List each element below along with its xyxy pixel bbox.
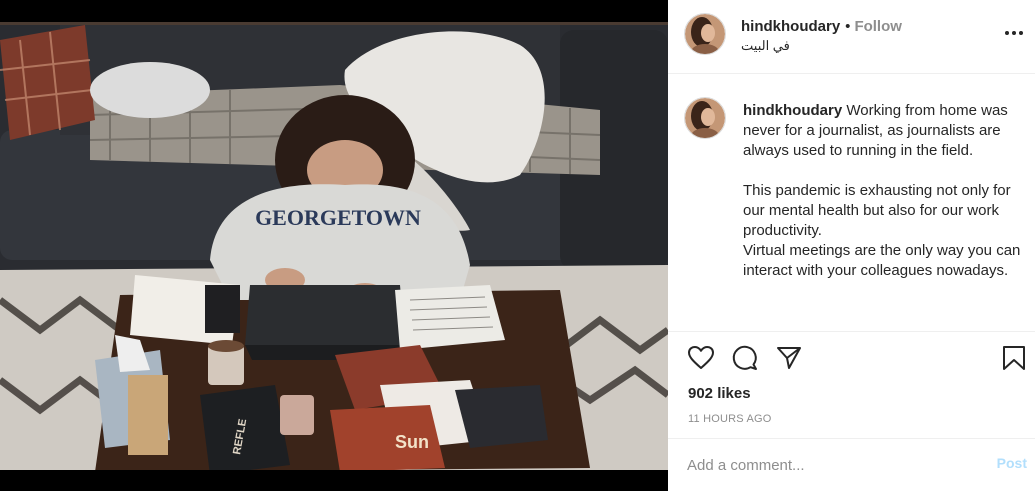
sweatshirt-text: GEORGETOWN [255,205,421,230]
caption-text: hindkhoudary Working from home was never… [743,101,1023,281]
caption-paragraph-2: This pandemic is exhausting not only for… [743,182,1011,239]
bookmark-icon[interactable] [1000,344,1028,372]
share-icon[interactable] [775,344,803,372]
follow-button[interactable]: Follow [854,18,902,35]
caption-section: hindkhoudary Working from home was never… [668,74,1035,332]
post-header: hindkhoudary • Follow في البيت [668,0,1035,74]
header-username[interactable]: hindkhoudary [741,18,840,35]
comment-input[interactable] [687,451,957,479]
more-options-icon[interactable] [1003,22,1025,44]
comment-bar: Post [668,438,1035,491]
post-photo-image: GEORGETOWN REFLE Sun [0,0,668,491]
caption-username[interactable]: hindkhoudary [743,102,842,119]
post-timestamp[interactable]: 11 HOURS AGO [688,413,772,425]
caption-paragraph-3: Virtual meetings are the only way you ca… [743,242,1021,279]
chips-text: Sun [395,432,429,452]
post-comment-button[interactable]: Post [997,455,1027,471]
header-separator: • [845,18,851,35]
heart-icon[interactable] [687,344,715,372]
profile-avatar-icon[interactable] [684,13,726,55]
post-photo[interactable]: GEORGETOWN REFLE Sun [0,0,668,491]
action-bar [668,332,1035,386]
instagram-post-view: GEORGETOWN REFLE Sun hindkhoudary • Foll… [0,0,1035,491]
location-link[interactable]: في البيت [741,38,790,54]
header-line: hindkhoudary • Follow [741,18,902,35]
post-details-panel: hindkhoudary • Follow في البيت hindkhoud… [668,0,1035,491]
likes-count[interactable]: 902 likes [688,385,751,402]
caption-avatar-icon[interactable] [684,97,726,139]
comment-icon[interactable] [731,344,759,372]
